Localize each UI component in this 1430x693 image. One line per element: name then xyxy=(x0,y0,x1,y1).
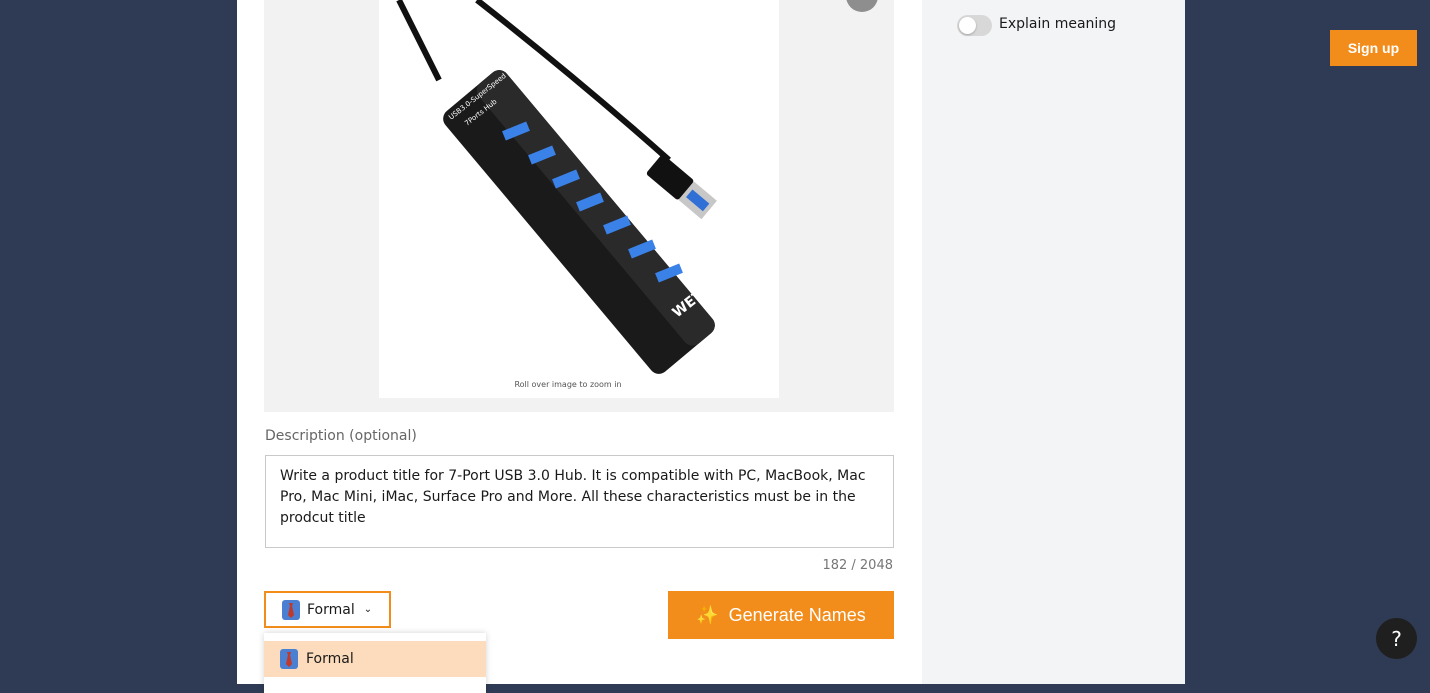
help-button[interactable]: ? xyxy=(1376,618,1417,659)
tone-option-formal[interactable]: Formal xyxy=(264,641,486,677)
necktie-icon xyxy=(280,649,298,669)
explain-meaning-label: Explain meaning xyxy=(999,16,1117,32)
sign-up-button[interactable]: Sign up xyxy=(1330,30,1417,66)
explain-meaning-toggle[interactable] xyxy=(957,15,992,36)
generate-names-button[interactable]: ✨ Generate Names xyxy=(668,591,894,639)
usb-hub-picture: USB3.0-SuperSpeed 7Ports Hub WETTO xyxy=(396,0,724,374)
tone-select-value: Formal xyxy=(307,601,355,618)
generate-names-label: Generate Names xyxy=(728,604,866,625)
settings-panel xyxy=(922,0,1185,684)
necktie-icon xyxy=(282,599,300,620)
toggle-knob xyxy=(959,17,976,34)
product-image: USB3.0-SuperSpeed 7Ports Hub WETTO Roll … xyxy=(379,0,779,398)
description-label: Description (optional) xyxy=(265,428,417,444)
tone-select[interactable]: Formal ⌄ xyxy=(264,591,391,628)
description-textarea[interactable]: Write a product title for 7-Port USB 3.0… xyxy=(265,455,894,548)
character-counter: 182 / 2048 xyxy=(822,558,893,573)
zoom-hint: Roll over image to zoom in xyxy=(514,380,622,389)
chevron-down-icon: ⌄ xyxy=(363,604,373,615)
tone-dropdown-menu: Formal xyxy=(264,633,486,693)
sparkles-icon: ✨ xyxy=(696,604,719,625)
tone-option-label: Formal xyxy=(306,651,354,667)
